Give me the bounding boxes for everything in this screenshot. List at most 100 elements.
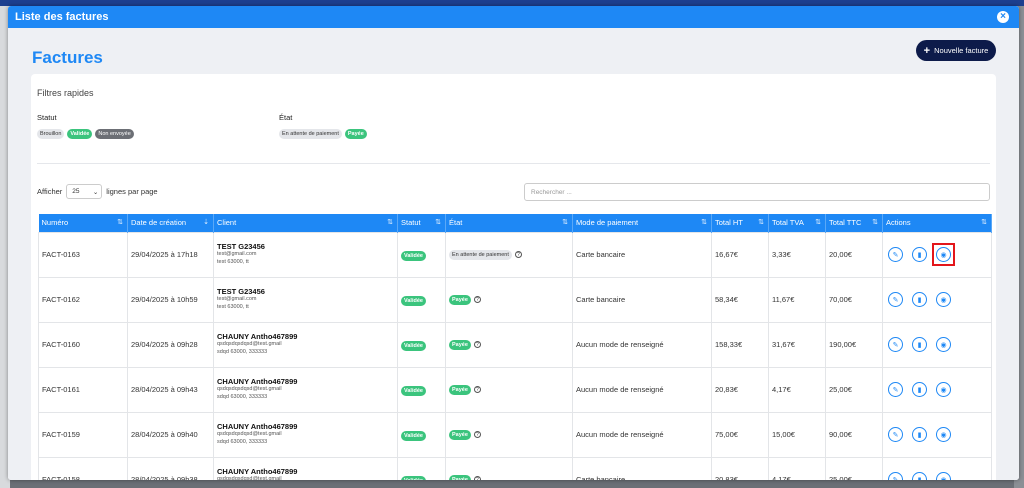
cell-date: 29/04/2025 à 09h28 — [127, 321, 214, 368]
filter-validee[interactable]: Validée — [67, 129, 93, 139]
filters-divider — [37, 163, 990, 164]
edit-icon[interactable]: ✎ — [888, 472, 903, 480]
document-icon[interactable]: ▮ — [912, 292, 927, 307]
filter-brouillon[interactable]: Brouillon — [37, 129, 65, 139]
cell-etat: Payée? — [445, 411, 573, 458]
col-ttc[interactable]: Total TTC ⇅ — [825, 214, 883, 232]
table-row: FACT-0161 28/04/2025 à 09h43 CHAUNY Antho4… — [38, 366, 992, 413]
edit-icon[interactable]: ✎ — [888, 382, 903, 397]
cell-statut: Validée — [397, 231, 446, 278]
sort-icon: ⇅ — [758, 219, 764, 226]
client-email: qsdqsdqsdqsd@test.gmail — [217, 341, 282, 348]
view-icon[interactable]: ◉ — [936, 472, 951, 480]
cell-etat: Payée? — [445, 276, 573, 323]
state-badge: Payée — [449, 339, 471, 350]
col-ht[interactable]: Total HT ⇅ — [711, 214, 769, 232]
per-page-value: 25 — [72, 188, 80, 195]
per-page-select[interactable]: 25 ⌄ — [66, 184, 103, 199]
client-address: sdqd 63000, 333333 — [217, 349, 268, 355]
client-name: TEST G23456 — [217, 242, 265, 252]
edit-icon[interactable]: ✎ — [888, 337, 903, 352]
view-icon[interactable]: ◉ — [936, 337, 951, 352]
modal-body: Factures + Nouvelle facture Filtres rapi… — [8, 28, 1019, 480]
view-icon[interactable]: ◉ — [936, 247, 951, 262]
view-icon[interactable]: ◉ — [936, 382, 951, 397]
status-badge: Validée — [401, 476, 426, 480]
col-mode[interactable]: Mode de paiement ⇅ — [572, 214, 712, 232]
help-icon[interactable]: ? — [473, 296, 481, 303]
cell-statut: Validée — [397, 411, 446, 458]
quick-filters-title: Filtres rapides — [37, 88, 94, 98]
cell-ht: 58,34€ — [711, 276, 769, 323]
view-icon[interactable]: ◉ — [936, 427, 951, 442]
cell-actions: ✎ ▮ ◉ — [882, 366, 992, 413]
client-address: test 63000, tt — [217, 304, 249, 310]
cell-mode: Carte bancaire — [572, 456, 712, 480]
state-badge: Payée — [449, 384, 471, 395]
cell-client: CHAUNY Antho467899 qsdqsdqsdqsd@test.gmai… — [213, 366, 398, 413]
cell-client: TEST G23456 test@gmail.com test 63000, tt — [213, 231, 398, 278]
help-icon[interactable]: ? — [473, 386, 481, 393]
view-icon[interactable]: ◉ — [936, 292, 951, 307]
state-badge: Payée — [449, 294, 471, 305]
edit-icon[interactable]: ✎ — [888, 427, 903, 442]
statut-filter-label: Statut — [37, 113, 57, 122]
page-title: Factures — [32, 48, 103, 67]
cell-mode: Aucun mode de renseigné — [572, 411, 712, 458]
status-badge: Validée — [401, 251, 426, 261]
document-icon[interactable]: ▮ — [912, 427, 927, 442]
cell-ttc: 20,00€ — [825, 231, 883, 278]
etat-filter-label: État — [279, 113, 293, 122]
invoices-table: Numéro ⇅ Date de création ⇣ Client ⇅ Statut… — [38, 214, 992, 480]
search-input[interactable]: Rechercher ... — [524, 183, 990, 201]
cell-ht: 16,67€ — [711, 231, 769, 278]
document-icon[interactable]: ▮ — [912, 247, 927, 262]
document-icon[interactable]: ▮ — [912, 337, 927, 352]
per-page-suffix: lignes par page — [106, 187, 158, 196]
col-statut[interactable]: Statut ⇅ — [397, 214, 446, 232]
new-invoice-button[interactable]: + Nouvelle facture — [916, 40, 996, 61]
cell-tva: 3,33€ — [768, 231, 826, 278]
client-email: qsdqsdqsdqsd@test.gmail — [217, 431, 282, 438]
filter-non-envoyee[interactable]: Non envoyée — [95, 129, 134, 139]
cell-statut: Validée — [397, 366, 446, 413]
document-icon[interactable]: ▮ — [912, 472, 927, 480]
edit-icon[interactable]: ✎ — [888, 247, 903, 262]
statut-filter: Statut Brouillon Validée Non envoyée — [37, 113, 134, 139]
filter-en-attente[interactable]: En attente de paiement — [279, 129, 342, 139]
invoices-modal: Liste des factures × Factures + Nouvelle… — [8, 6, 1019, 480]
cell-ht: 20,83€ — [711, 456, 769, 480]
edit-icon[interactable]: ✎ — [888, 292, 903, 307]
cell-actions: ✎ ▮ ◉ — [882, 411, 992, 458]
col-etat[interactable]: État ⇅ — [445, 214, 573, 232]
col-actions[interactable]: Actions ⇅ — [882, 214, 992, 232]
col-date[interactable]: Date de création ⇣ — [127, 214, 214, 232]
plus-icon: + — [923, 44, 931, 57]
close-icon[interactable]: × — [997, 11, 1009, 23]
sort-icon: ⇅ — [701, 219, 707, 226]
help-icon[interactable]: ? — [473, 431, 481, 438]
client-name: CHAUNY Antho467899 — [217, 332, 298, 342]
sort-icon: ⇅ — [981, 219, 987, 226]
table-row: FACT-0163 29/04/2025 à 17h18 TEST G23456 te… — [38, 231, 992, 278]
col-numero[interactable]: Numéro ⇅ — [38, 214, 128, 232]
client-email: qsdqsdqsdqsd@test.gmail — [217, 476, 282, 480]
cell-etat: Payée? — [445, 321, 573, 368]
filter-payee[interactable]: Payée — [344, 129, 367, 139]
cell-ht: 158,33€ — [711, 321, 769, 368]
cell-tva: 4,17€ — [768, 366, 826, 413]
chevron-down-icon: ⌄ — [92, 188, 99, 196]
col-client[interactable]: Client ⇅ — [213, 214, 398, 232]
help-icon[interactable]: ? — [473, 476, 481, 480]
invoices-card: Filtres rapides Statut Brouillon Validée… — [31, 74, 996, 480]
document-icon[interactable]: ▮ — [912, 382, 927, 397]
col-tva[interactable]: Total TVA ⇅ — [768, 214, 826, 232]
new-invoice-label: Nouvelle facture — [934, 46, 989, 55]
help-icon[interactable]: ? — [473, 341, 481, 348]
client-email: test@gmail.com — [217, 296, 257, 303]
status-badge: Validée — [401, 431, 426, 441]
cell-mode: Carte bancaire — [572, 276, 712, 323]
help-icon[interactable]: ? — [514, 251, 522, 258]
cell-mode: Aucun mode de renseigné — [572, 366, 712, 413]
cell-ttc: 25,00€ — [825, 456, 883, 480]
